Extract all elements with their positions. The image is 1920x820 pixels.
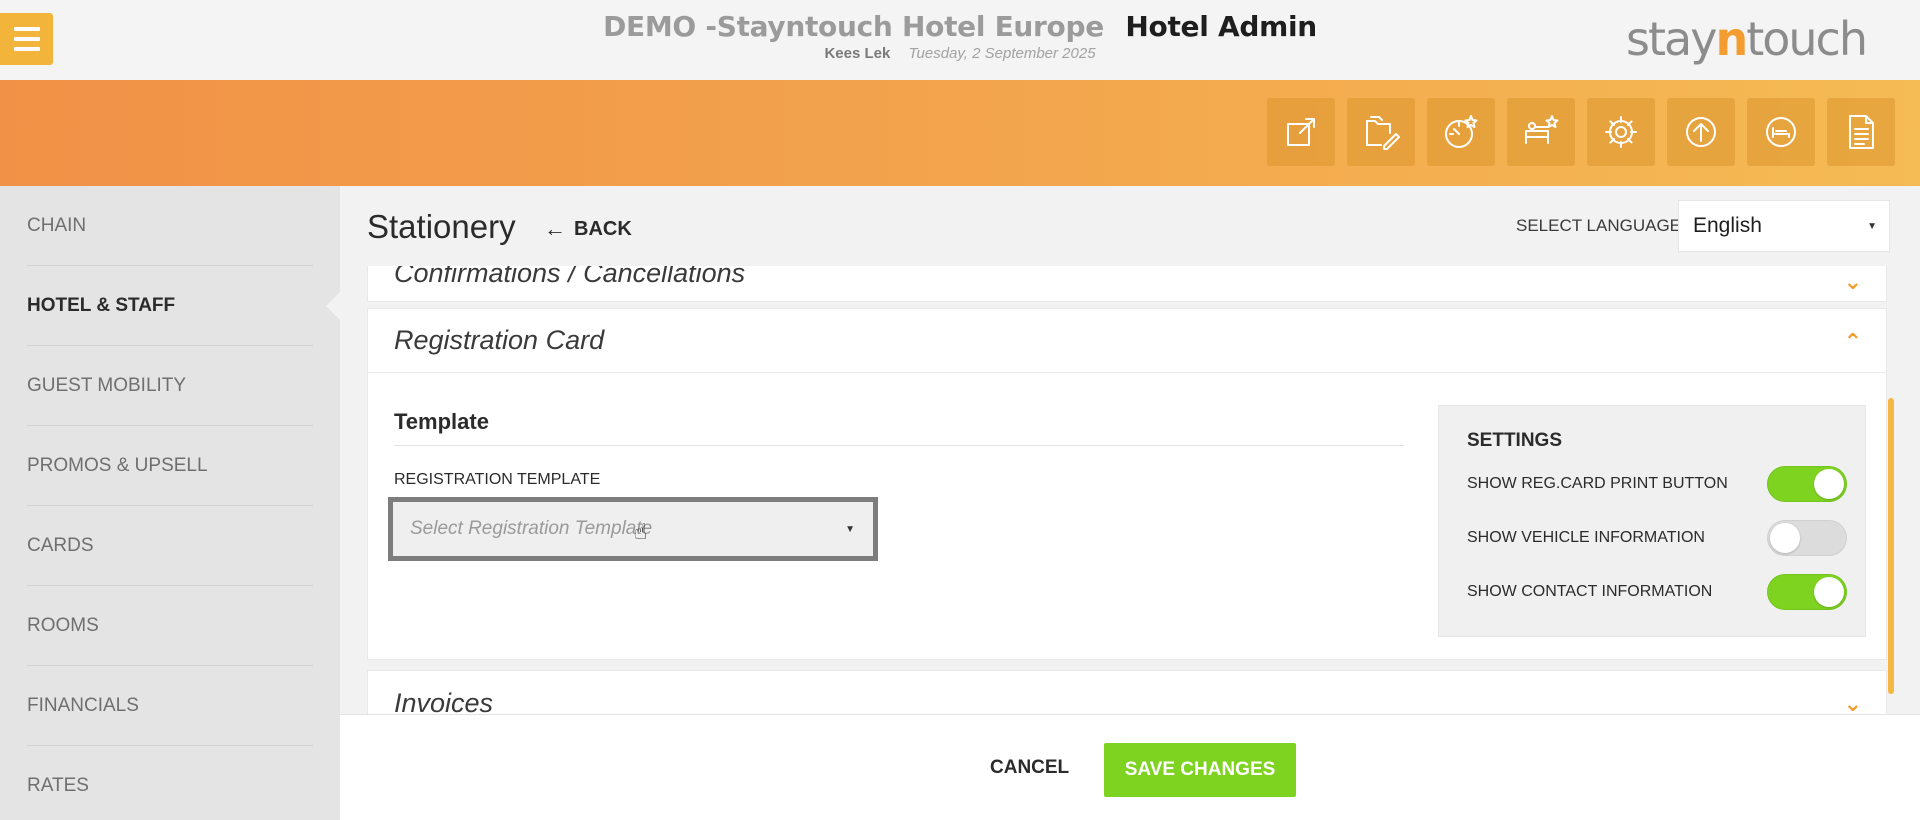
hamburger-icon-line	[13, 47, 40, 51]
setting-row-print-button: SHOW REG.CARD PRINT BUTTON	[1467, 466, 1847, 502]
registration-template-select[interactable]: Select Registration Template ▼	[388, 497, 878, 561]
registration-template-placeholder: Select Registration Template	[410, 518, 653, 539]
sidebar-item-rates[interactable]: RATES	[27, 746, 313, 820]
page-title: Stationery	[367, 208, 516, 245]
quick-toolbar	[1267, 98, 1895, 166]
settings-button[interactable]	[1587, 98, 1655, 166]
hotel-name: DEMO -Stayntouch Hotel Europe	[603, 10, 1104, 43]
gear-icon	[1605, 116, 1637, 148]
scrollbar[interactable]	[1888, 398, 1894, 694]
upload-button[interactable]	[1667, 98, 1735, 166]
business-date: Tuesday, 2 September 2025	[908, 45, 1096, 62]
bed-circle-icon	[1766, 117, 1796, 147]
toolbar-band	[0, 80, 1920, 186]
registration-card-panel-title[interactable]: Registration Card	[368, 309, 1886, 373]
select-language-label: SELECT LANGUAGE	[1516, 216, 1682, 235]
confirmations-panel[interactable]: Confirmations / Cancellations ⌄	[367, 266, 1887, 302]
folder-edit-button[interactable]	[1347, 98, 1415, 166]
sidebar-item-promos-upsell[interactable]: PROMOS & UPSELL	[27, 426, 313, 506]
confirmations-panel-title[interactable]: Confirmations / Cancellations	[368, 266, 1886, 303]
footer-actions: CANCEL SAVE CHANGES	[340, 714, 1920, 820]
user-name: Kees Lek	[824, 45, 891, 62]
top-header: DEMO -Stayntouch Hotel Europe Hotel Admi…	[0, 0, 1920, 80]
setting-label: SHOW VEHICLE INFORMATION	[1467, 529, 1705, 546]
registration-card-panel: Registration Card ⌃ Template REGISTRATIO…	[367, 308, 1887, 660]
menu-button[interactable]	[0, 13, 53, 65]
setting-label: SHOW CONTACT INFORMATION	[1467, 583, 1713, 600]
language-value: English	[1693, 214, 1762, 237]
caret-down-icon: ▼	[1867, 220, 1877, 232]
main-content: Confirmations / Cancellations ⌄ Registra…	[340, 186, 1920, 820]
housekeeping-button[interactable]	[1507, 98, 1575, 166]
app-title: Hotel Admin	[1125, 10, 1317, 43]
sidebar-item-guest-mobility[interactable]: GUEST MOBILITY	[27, 346, 313, 426]
document-button[interactable]	[1827, 98, 1895, 166]
sidebar-item-chain[interactable]: CHAIN	[27, 186, 313, 266]
page-header: Stationery ← BACK SELECT LANGUAGE Englis…	[340, 186, 1920, 266]
hamburger-icon-line	[13, 37, 40, 41]
registration-template-label: REGISTRATION TEMPLATE	[394, 471, 601, 488]
sidebar: CHAIN HOTEL & STAFF GUEST MOBILITY PROMO…	[0, 186, 340, 820]
arrow-left-icon: ←	[544, 216, 566, 241]
back-button[interactable]: ← BACK	[544, 216, 632, 242]
divider	[394, 445, 1404, 446]
sidebar-item-rooms[interactable]: ROOMS	[27, 586, 313, 666]
external-link-button[interactable]	[1267, 98, 1335, 166]
housekeeping-star-icon	[1525, 115, 1559, 144]
sidebar-item-cards[interactable]: CARDS	[27, 506, 313, 586]
chevron-up-icon[interactable]: ⌃	[1844, 329, 1862, 355]
vehicle-info-toggle[interactable]	[1767, 520, 1847, 556]
language-select[interactable]: English ▼	[1678, 200, 1890, 252]
setting-row-contact-info: SHOW CONTACT INFORMATION	[1467, 574, 1847, 610]
rooms-button[interactable]	[1747, 98, 1815, 166]
settings-box: SETTINGS SHOW REG.CARD PRINT BUTTON SHOW…	[1438, 405, 1866, 637]
chevron-down-icon[interactable]: ⌄	[1844, 269, 1862, 295]
document-icon	[1849, 115, 1874, 149]
template-section-title: Template	[394, 409, 489, 434]
contact-info-toggle[interactable]	[1767, 574, 1847, 610]
print-button-toggle[interactable]	[1767, 466, 1847, 502]
dashboard-star-icon	[1445, 115, 1478, 148]
cancel-button[interactable]: CANCEL	[990, 757, 1069, 779]
save-changes-button[interactable]: SAVE CHANGES	[1104, 743, 1296, 797]
settings-title: SETTINGS	[1467, 430, 1563, 451]
back-label: BACK	[574, 217, 632, 240]
setting-row-vehicle-info: SHOW VEHICLE INFORMATION	[1467, 520, 1847, 556]
upload-circle-icon	[1686, 117, 1716, 147]
external-link-icon	[1287, 118, 1315, 146]
sidebar-item-hotel-staff[interactable]: HOTEL & STAFF	[27, 266, 313, 346]
dashboard-star-button[interactable]	[1427, 98, 1495, 166]
caret-down-icon: ▼	[845, 523, 855, 535]
pointer-cursor-icon: ☝	[634, 519, 648, 544]
folder-edit-icon	[1366, 116, 1400, 150]
setting-label: SHOW REG.CARD PRINT BUTTON	[1467, 475, 1728, 492]
stayntouch-logo: stayntouch	[1626, 12, 1868, 66]
sidebar-item-financials[interactable]: FINANCIALS	[27, 666, 313, 746]
header-title: DEMO -Stayntouch Hotel Europe Hotel Admi…	[560, 10, 1360, 62]
hamburger-icon-line	[13, 27, 40, 31]
stationery-panels[interactable]: Confirmations / Cancellations ⌄ Registra…	[367, 266, 1887, 790]
